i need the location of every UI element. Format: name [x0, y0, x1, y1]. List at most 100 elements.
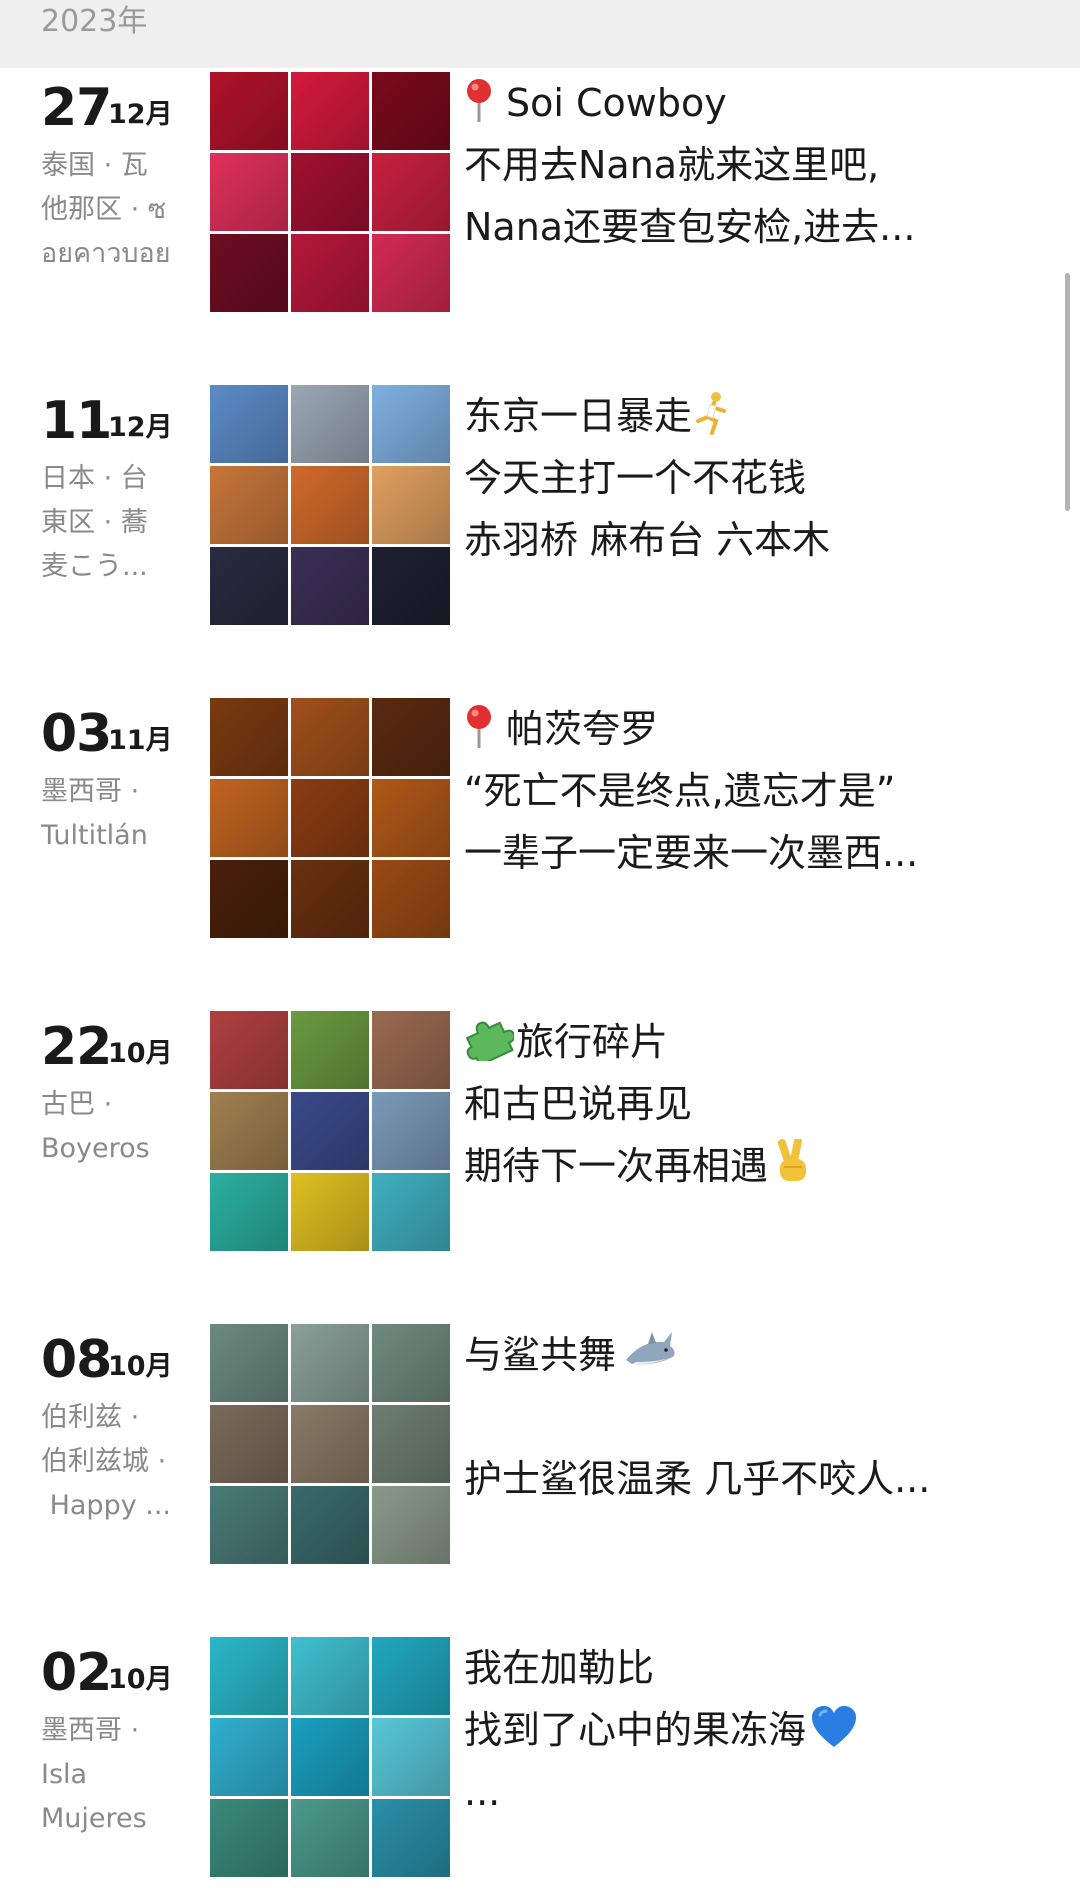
entry-location: Boyeros [41, 1133, 150, 1164]
entry-date: 02 10月 墨西哥 · Isla Mujeres [41, 1637, 191, 1841]
photo-thumbnail[interactable] [372, 1405, 450, 1483]
entry-caption[interactable]: 旅行碎片 和古巴说再见 期待下一次再相遇 [464, 1011, 1024, 1197]
photo-thumbnail[interactable] [372, 1011, 450, 1089]
photo-thumbnail[interactable] [291, 779, 369, 857]
photo-thumbnail[interactable] [372, 1637, 450, 1715]
photo-thumbnail[interactable] [291, 72, 369, 150]
photo-thumbnail[interactable] [210, 1718, 288, 1796]
photo-thumbnail[interactable] [372, 1718, 450, 1796]
photo-thumbnail[interactable] [210, 698, 288, 776]
photo-thumbnail[interactable] [291, 1011, 369, 1089]
victory-hand-icon [778, 1139, 807, 1181]
photo-thumbnail[interactable] [291, 1486, 369, 1564]
photo-thumbnail[interactable] [210, 385, 288, 463]
photo-thumbnail[interactable] [372, 1799, 450, 1877]
caption-line: 和古巴说再见 [464, 1082, 693, 1126]
entry-month: 10月 [108, 1351, 173, 1382]
photo-thumbnail[interactable] [291, 234, 369, 312]
timeline-entry[interactable]: 08 10月 伯利兹 · 伯利兹城 · Happy ... 与鲨共舞 护士鲨很温… [0, 1324, 1080, 1564]
photo-thumbnail[interactable] [210, 466, 288, 544]
photo-thumbnail[interactable] [210, 779, 288, 857]
photo-thumbnail[interactable] [210, 1486, 288, 1564]
entry-day: 27 [41, 78, 112, 138]
photo-thumbnail[interactable] [210, 860, 288, 938]
photo-thumbnail[interactable] [372, 1092, 450, 1170]
photo-thumbnail[interactable] [291, 1799, 369, 1877]
photo-thumbnail[interactable] [210, 547, 288, 625]
timeline-entry[interactable]: 22 10月 古巴 · Boyeros 旅行碎片 和古巴说再见 期待下一次再相遇 [0, 1011, 1080, 1251]
photo-thumbnail[interactable] [210, 1799, 288, 1877]
photo-thumbnail[interactable] [291, 1718, 369, 1796]
photo-thumbnail[interactable] [372, 72, 450, 150]
caption-line: ... [464, 1770, 501, 1814]
entry-location: Isla [41, 1759, 88, 1790]
photo-thumbnail[interactable] [372, 547, 450, 625]
photo-thumbnail[interactable] [372, 860, 450, 938]
photo-thumbnail[interactable] [372, 466, 450, 544]
photo-thumbnail[interactable] [372, 153, 450, 231]
entry-caption[interactable]: 我在加勒比 找到了心中的果冻海 ... [464, 1637, 1024, 1823]
photo-thumbnail[interactable] [372, 234, 450, 312]
entry-location: Mujeres [41, 1803, 147, 1834]
photo-thumbnail[interactable] [291, 466, 369, 544]
photo-thumbnail[interactable] [291, 153, 369, 231]
entry-caption[interactable]: 帕茨夸罗 “死亡不是终点,遗忘才是” 一辈子一定要来一次墨西... [464, 698, 1024, 884]
photo-thumbnail[interactable] [291, 547, 369, 625]
entry-location: 墨西哥 · [41, 1715, 140, 1746]
photo-thumbnail[interactable] [291, 1092, 369, 1170]
timeline-entry[interactable]: 02 10月 墨西哥 · Isla Mujeres 我在加勒比 找到了心中的果冻… [0, 1637, 1080, 1877]
timeline-entry[interactable]: 11 12月 日本 · 台 東区 · 蕎 麦こう... 东京一日暴走 今天主打一… [0, 385, 1080, 625]
caption-line: 赤羽桥 麻布台 六本木 [464, 518, 831, 562]
entry-day: 03 [41, 704, 112, 764]
entry-location: 東区 · 蕎 [41, 507, 148, 538]
photo-thumbnail[interactable] [291, 1173, 369, 1251]
photo-thumbnail[interactable] [291, 385, 369, 463]
timeline-entry[interactable]: 03 11月 墨西哥 · Tultitlán 帕茨夸罗 “死亡不是终点,遗忘才是… [0, 698, 1080, 938]
caption-line: 护士鲨很温柔 几乎不咬人... [464, 1457, 931, 1501]
entry-caption[interactable]: Soi Cowboy 不用去Nana就来这里吧, Nana还要查包安检,进去..… [464, 72, 1024, 258]
pin-icon [467, 705, 491, 748]
photo-thumbnail[interactable] [210, 153, 288, 231]
entry-month: 10月 [108, 1038, 173, 1069]
photo-grid[interactable] [210, 1324, 450, 1564]
photo-grid[interactable] [210, 72, 450, 312]
shark-icon [626, 1332, 675, 1365]
photo-thumbnail[interactable] [291, 1324, 369, 1402]
caption-line: 找到了心中的果冻海 [464, 1708, 807, 1752]
entry-caption[interactable]: 与鲨共舞 护士鲨很温柔 几乎不咬人... [464, 1324, 1024, 1510]
photo-thumbnail[interactable] [210, 234, 288, 312]
entry-location: 墨西哥 · [41, 776, 140, 807]
photo-thumbnail[interactable] [372, 1486, 450, 1564]
photo-thumbnail[interactable] [210, 1173, 288, 1251]
photo-thumbnail[interactable] [291, 860, 369, 938]
photo-thumbnail[interactable] [210, 1324, 288, 1402]
photo-thumbnail[interactable] [372, 779, 450, 857]
photo-thumbnail[interactable] [210, 1405, 288, 1483]
photo-thumbnail[interactable] [291, 1405, 369, 1483]
photo-thumbnail[interactable] [291, 698, 369, 776]
blue-heart-icon [812, 1706, 857, 1747]
photo-thumbnail[interactable] [210, 1637, 288, 1715]
entry-month: 12月 [108, 99, 173, 130]
photo-thumbnail[interactable] [372, 698, 450, 776]
caption-line: 一辈子一定要来一次墨西... [464, 831, 919, 875]
entry-month: 10月 [108, 1664, 173, 1695]
photo-thumbnail[interactable] [372, 1173, 450, 1251]
photo-thumbnail[interactable] [210, 72, 288, 150]
caption-line: Soi Cowboy [506, 81, 727, 125]
photo-thumbnail[interactable] [210, 1092, 288, 1170]
timeline-entry[interactable]: 27 12月 泰国 · 瓦 他那区 · ซ อยคาวบอย Soi Cowbo… [0, 72, 1080, 312]
photo-thumbnail[interactable] [372, 1324, 450, 1402]
entry-location: อยคาวบอย [41, 238, 171, 269]
entry-location: 他那区 · ซ [41, 194, 167, 225]
photo-grid[interactable] [210, 1011, 450, 1251]
photo-thumbnail[interactable] [210, 1011, 288, 1089]
photo-grid[interactable] [210, 1637, 450, 1877]
photo-grid[interactable] [210, 698, 450, 938]
photo-thumbnail[interactable] [372, 385, 450, 463]
photo-grid[interactable] [210, 385, 450, 625]
caption-line: 帕茨夸罗 [506, 707, 659, 751]
entry-caption[interactable]: 东京一日暴走 今天主打一个不花钱 赤羽桥 麻布台 六本木 [464, 385, 1024, 571]
photo-thumbnail[interactable] [291, 1637, 369, 1715]
entry-location: 伯利兹 · [41, 1402, 140, 1433]
